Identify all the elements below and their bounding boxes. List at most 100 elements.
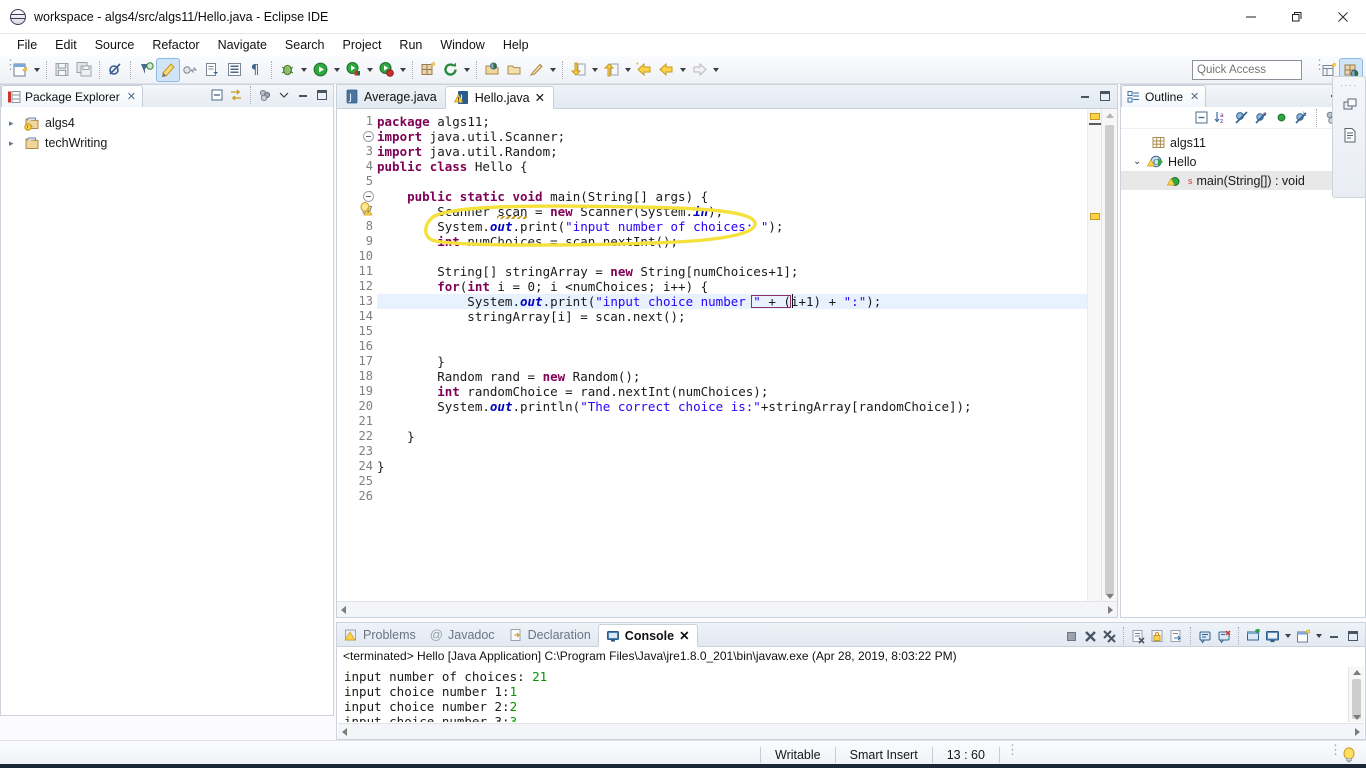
scroll-left-arrow-icon[interactable] [342, 728, 348, 736]
new-wizard-dropdown[interactable] [31, 59, 42, 81]
scroll-left-arrow-icon[interactable] [341, 606, 347, 614]
terminate-icon[interactable] [1062, 627, 1080, 645]
tab-javadoc[interactable]: @ Javadoc [423, 623, 502, 646]
new-java-project-icon[interactable] [417, 59, 439, 81]
view-menu-icon[interactable] [256, 86, 274, 104]
scroll-up-arrow-icon[interactable] [1353, 670, 1361, 676]
toggle-mark-occurrences-icon[interactable] [157, 59, 179, 81]
remove-all-terminated-icon[interactable] [1100, 627, 1118, 645]
menu-refactor[interactable]: Refactor [143, 36, 208, 54]
expander-icon[interactable]: ▸ [9, 118, 19, 129]
save-icon[interactable] [51, 59, 73, 81]
editor-vertical-scrollbar[interactable] [1101, 109, 1117, 601]
overview-ruler[interactable] [1087, 109, 1101, 601]
expander-icon[interactable]: ⌄ [1133, 156, 1143, 167]
minimize-icon[interactable] [1325, 627, 1343, 645]
open-package-icon[interactable] [481, 59, 503, 81]
hide-static-icon[interactable]: s [1252, 109, 1270, 127]
back-history-icon[interactable]: * [633, 59, 655, 81]
collapse-all-icon[interactable] [1192, 109, 1210, 127]
debug-dropdown[interactable] [298, 59, 309, 81]
console-output[interactable]: input number of choices: 21input choice … [338, 667, 1348, 722]
outline-item-class[interactable]: ⌄ C Hello [1121, 152, 1365, 171]
scroll-lock-icon[interactable] [1148, 627, 1166, 645]
tab-outline[interactable]: Outline ✕ [1121, 85, 1206, 107]
tab-package-explorer[interactable]: Package Explorer ✕ [1, 85, 143, 107]
next-edit-icon[interactable] [600, 59, 622, 81]
show-whitespace-icon[interactable]: ¶ [245, 59, 267, 81]
back-dropdown[interactable] [677, 59, 688, 81]
maximize-icon[interactable] [313, 86, 331, 104]
show-source-icon[interactable] [223, 59, 245, 81]
view-stack-grip[interactable]: ···· [1333, 77, 1365, 90]
outline-item-package[interactable]: algs11 [1121, 133, 1365, 152]
menu-navigate[interactable]: Navigate [209, 36, 276, 54]
forward-icon[interactable] [688, 59, 710, 81]
new-wizard-icon[interactable] [9, 59, 31, 81]
hide-local-types-icon[interactable]: L [1292, 109, 1310, 127]
console-vertical-scrollbar[interactable] [1348, 667, 1364, 722]
editor-scroll-thumb[interactable] [1105, 125, 1114, 595]
scroll-down-arrow-icon[interactable] [1106, 593, 1114, 599]
tab-problems[interactable]: Problems [337, 623, 423, 646]
open-task-icon[interactable] [201, 59, 223, 81]
minimize-button[interactable] [1228, 0, 1274, 34]
search-dropdown[interactable] [547, 59, 558, 81]
restore-button[interactable] [1274, 0, 1320, 34]
link-with-editor-icon[interactable] [227, 86, 245, 104]
next-annotation-icon[interactable] [135, 59, 157, 81]
menu-window[interactable]: Window [431, 36, 493, 54]
maximize-icon[interactable] [1344, 627, 1362, 645]
scroll-down-arrow-icon[interactable] [1353, 714, 1361, 720]
display-selected-console-icon[interactable] [1244, 627, 1262, 645]
open-console-dropdown[interactable] [1282, 625, 1293, 647]
run-external-dropdown[interactable] [364, 59, 375, 81]
collapse-all-icon[interactable] [208, 86, 226, 104]
outline-item-method[interactable]: s main(String[]) : void [1121, 171, 1365, 190]
code-area[interactable]: package algs11;import java.util.Scanner;… [377, 109, 1101, 601]
editor-horizontal-scrollbar[interactable] [337, 601, 1117, 617]
restore-views-icon[interactable] [1333, 90, 1366, 120]
forward-dropdown[interactable] [710, 59, 721, 81]
run-external-tools-icon[interactable] [342, 59, 364, 81]
console-scroll-thumb[interactable] [1352, 679, 1361, 719]
previous-edit-icon[interactable] [567, 59, 589, 81]
expander-icon[interactable]: ▸ [9, 138, 19, 149]
tip-of-the-day-icon[interactable] [1340, 746, 1358, 764]
new-console-view-dropdown[interactable] [1313, 625, 1324, 647]
status-grip[interactable] [999, 747, 1017, 763]
tab-console[interactable]: Console ✕ [598, 624, 698, 647]
editor-tab-hello[interactable]: J Hello.java ✕ [445, 86, 554, 109]
menu-project[interactable]: Project [334, 36, 391, 54]
close-icon[interactable]: ✕ [1190, 90, 1199, 103]
hide-fields-icon[interactable] [1232, 109, 1250, 127]
refresh-icon[interactable] [439, 59, 461, 81]
menu-help[interactable]: Help [494, 36, 538, 54]
editor-body[interactable]: 1234567891011121314151617181920212223242… [337, 109, 1117, 617]
open-type-icon[interactable] [179, 59, 201, 81]
tab-declaration[interactable]: Declaration [502, 623, 598, 646]
quick-access-input[interactable] [1192, 60, 1302, 80]
fold-toggle-icon[interactable] [363, 191, 374, 202]
next-edit-dropdown[interactable] [622, 59, 633, 81]
minimize-icon[interactable] [294, 86, 312, 104]
search-icon[interactable] [525, 59, 547, 81]
coverage-dropdown[interactable] [397, 59, 408, 81]
show-console-on-output-icon[interactable] [1196, 627, 1214, 645]
hide-nonpublic-icon[interactable] [1272, 109, 1290, 127]
scroll-up-arrow-icon[interactable] [1106, 113, 1114, 119]
warning-marker[interactable] [1090, 213, 1100, 220]
new-console-view-icon[interactable] [1294, 627, 1312, 645]
pin-console-icon[interactable] [1215, 627, 1233, 645]
refresh-dropdown[interactable] [461, 59, 472, 81]
word-wrap-icon[interactable] [1167, 627, 1185, 645]
menu-edit[interactable]: Edit [46, 36, 86, 54]
warning-marker[interactable] [1090, 113, 1100, 120]
maximize-icon[interactable] [1096, 87, 1114, 105]
skip-all-breakpoints-icon[interactable] [104, 59, 126, 81]
run-dropdown[interactable] [331, 59, 342, 81]
tray-grip[interactable] [1329, 746, 1334, 764]
chevron-down-icon[interactable] [275, 86, 293, 104]
outline-minimized-icon[interactable] [1333, 120, 1366, 150]
close-icon[interactable]: ✕ [679, 628, 689, 643]
